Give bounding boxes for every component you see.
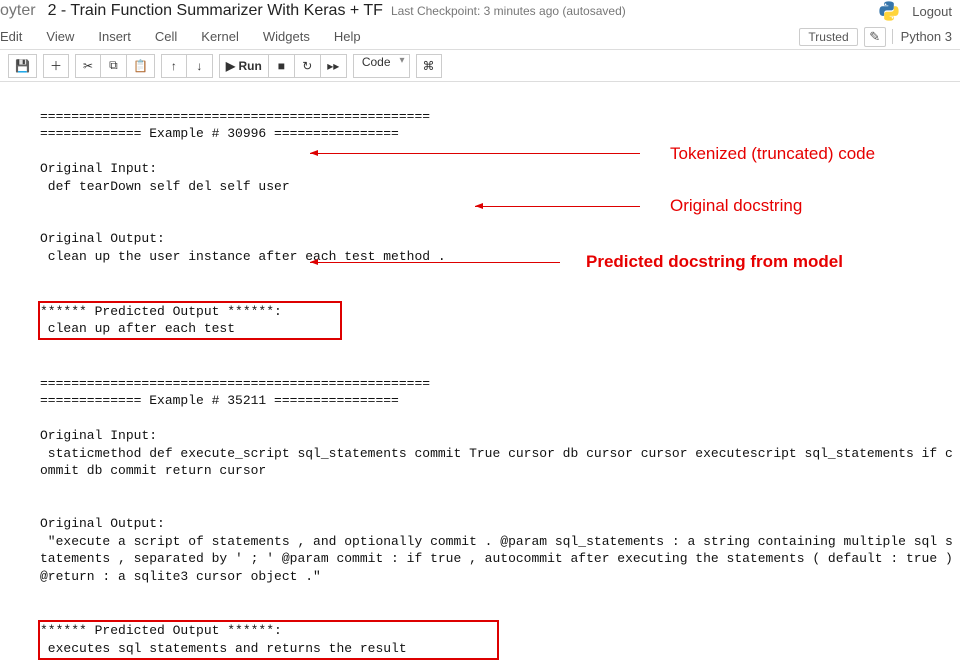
annotation-tokenized: Tokenized (truncated) code xyxy=(670,144,875,164)
kernel-indicator[interactable]: Python 3 xyxy=(892,29,952,44)
move-down-button[interactable]: ↓ xyxy=(187,54,213,78)
python-logo-icon xyxy=(878,0,900,22)
jupyter-logo-text: oyter xyxy=(0,2,36,20)
stop-button[interactable]: ■ xyxy=(269,54,295,78)
notebook-title[interactable]: 2 - Train Function Summarizer With Keras… xyxy=(48,2,383,20)
cut-button[interactable]: ✂ xyxy=(75,54,101,78)
predicted-output-box-2: ****** Predicted Output ******: executes… xyxy=(38,620,499,659)
paste-button[interactable]: 📋 xyxy=(127,54,155,78)
logout-link[interactable]: Logout xyxy=(912,4,952,19)
menu-kernel[interactable]: Kernel xyxy=(201,29,239,44)
cell-output: ========================================… xyxy=(0,82,960,660)
predicted-output-box-1: ****** Predicted Output ******: clean up… xyxy=(38,301,342,340)
run-button[interactable]: ▶ Run xyxy=(219,54,269,78)
arrow-predicted-docstring-icon xyxy=(310,262,560,263)
move-up-button[interactable]: ↑ xyxy=(161,54,187,78)
toolbar: 💾 ＋ ✂ ⧉ 📋 ↑ ↓ ▶ Run ■ ↻ ▸▸ Code ⌘ xyxy=(0,50,960,82)
trusted-indicator[interactable]: Trusted xyxy=(799,28,857,46)
menu-insert[interactable]: Insert xyxy=(98,29,131,44)
arrow-original-docstring-icon xyxy=(475,206,640,207)
menu-help[interactable]: Help xyxy=(334,29,361,44)
menu-view[interactable]: View xyxy=(46,29,74,44)
copy-button[interactable]: ⧉ xyxy=(101,54,127,78)
edit-icon[interactable]: ✎ xyxy=(864,27,886,47)
menu-edit[interactable]: Edit xyxy=(0,29,22,44)
menu-widgets[interactable]: Widgets xyxy=(263,29,310,44)
menu-cell[interactable]: Cell xyxy=(155,29,177,44)
restart-button[interactable]: ↻ xyxy=(295,54,321,78)
command-palette-button[interactable]: ⌘ xyxy=(416,54,442,78)
celltype-select[interactable]: Code xyxy=(353,54,410,78)
arrow-tokenized-icon xyxy=(310,153,640,154)
annotation-predicted-docstring: Predicted docstring from model xyxy=(586,252,843,272)
restart-run-all-button[interactable]: ▸▸ xyxy=(321,54,347,78)
save-button[interactable]: 💾 xyxy=(8,54,37,78)
add-cell-button[interactable]: ＋ xyxy=(43,54,69,78)
checkpoint-status: Last Checkpoint: 3 minutes ago (autosave… xyxy=(391,4,626,18)
annotation-original-docstring: Original docstring xyxy=(670,196,802,216)
